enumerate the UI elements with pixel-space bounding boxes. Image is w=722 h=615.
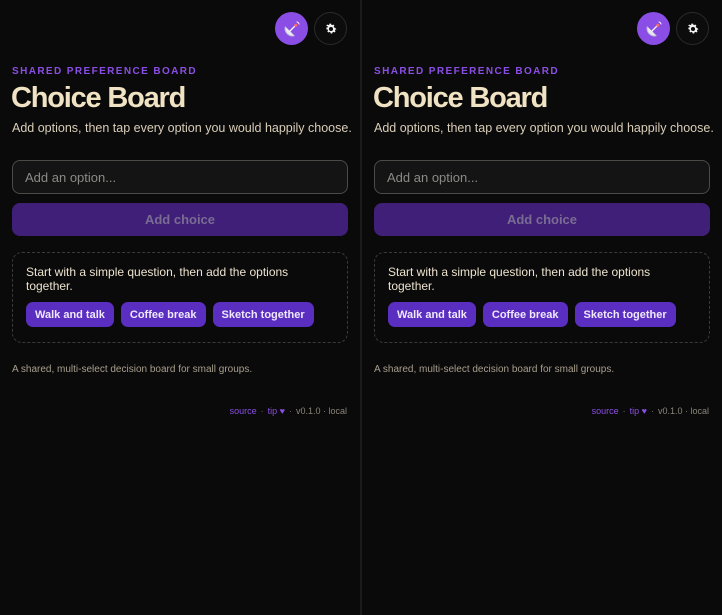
add-choice-button[interactable]: Add choice <box>12 203 348 236</box>
settings-button[interactable] <box>676 12 709 45</box>
page-title: Choice Board <box>373 82 548 114</box>
satellite-dish-icon <box>646 20 662 36</box>
satellite-dish-icon <box>284 20 300 36</box>
version-label: v0.1.0 · local <box>657 406 709 416</box>
settings-button[interactable] <box>314 12 347 45</box>
page-title: Choice Board <box>11 82 186 114</box>
tip-label: tip <box>267 406 278 416</box>
meta-separator: · <box>260 406 264 416</box>
footnote: A shared, multi-select decision board fo… <box>374 364 615 375</box>
footnote: A shared, multi-select decision board fo… <box>12 364 253 375</box>
hint-box: Start with a simple question, then add t… <box>374 252 710 343</box>
page-subtitle: Add options, then tap every option you w… <box>12 121 352 135</box>
source-link[interactable]: source <box>230 406 257 416</box>
gear-icon <box>687 23 698 33</box>
tip-link[interactable]: tip ♥ <box>268 406 285 416</box>
meta-separator: · <box>650 406 654 416</box>
add-choice-button[interactable]: Add choice <box>374 203 710 236</box>
hint-box: Start with a simple question, then add t… <box>12 252 348 343</box>
satellite-dish-button[interactable] <box>275 12 308 45</box>
panel-right: SHARED PREFERENCE BOARD Choice Board Add… <box>362 0 722 615</box>
heart-icon: ♥ <box>641 406 647 416</box>
source-link[interactable]: source <box>592 406 619 416</box>
split-view: SHARED PREFERENCE BOARD Choice Board Add… <box>0 0 722 615</box>
footer-meta: source · tip ♥ · v0.1.0 · local <box>230 406 347 416</box>
top-icon-group <box>637 12 709 45</box>
top-icon-group <box>275 12 347 45</box>
eyebrow-label: SHARED PREFERENCE BOARD <box>374 66 559 77</box>
suggestion-chip-walk[interactable]: Walk and talk <box>388 302 476 327</box>
satellite-dish-button[interactable] <box>637 12 670 45</box>
suggestion-chips: Walk and talk Coffee break Sketch togeth… <box>26 302 334 327</box>
footer-meta: source · tip ♥ · v0.1.0 · local <box>592 406 709 416</box>
suggestion-chip-sketch[interactable]: Sketch together <box>212 302 314 327</box>
option-input[interactable] <box>374 160 710 194</box>
heart-icon: ♥ <box>279 406 285 416</box>
hint-text: Start with a simple question, then add t… <box>26 265 289 293</box>
version-label: v0.1.0 · local <box>295 406 347 416</box>
suggestion-chip-sketch[interactable]: Sketch together <box>574 302 676 327</box>
option-input[interactable] <box>12 160 348 194</box>
suggestion-chips: Walk and talk Coffee break Sketch togeth… <box>388 302 696 327</box>
suggestion-chip-walk[interactable]: Walk and talk <box>26 302 114 327</box>
panel-left: SHARED PREFERENCE BOARD Choice Board Add… <box>0 0 360 615</box>
hint-text: Start with a simple question, then add t… <box>388 265 651 293</box>
tip-link[interactable]: tip ♥ <box>630 406 647 416</box>
meta-separator: · <box>622 406 626 416</box>
gear-icon <box>325 23 336 33</box>
meta-separator: · <box>288 406 292 416</box>
tip-label: tip <box>629 406 640 416</box>
suggestion-chip-coffee[interactable]: Coffee break <box>120 302 206 327</box>
eyebrow-label: SHARED PREFERENCE BOARD <box>12 66 197 77</box>
suggestion-chip-coffee[interactable]: Coffee break <box>482 302 568 327</box>
page-subtitle: Add options, then tap every option you w… <box>374 121 714 135</box>
